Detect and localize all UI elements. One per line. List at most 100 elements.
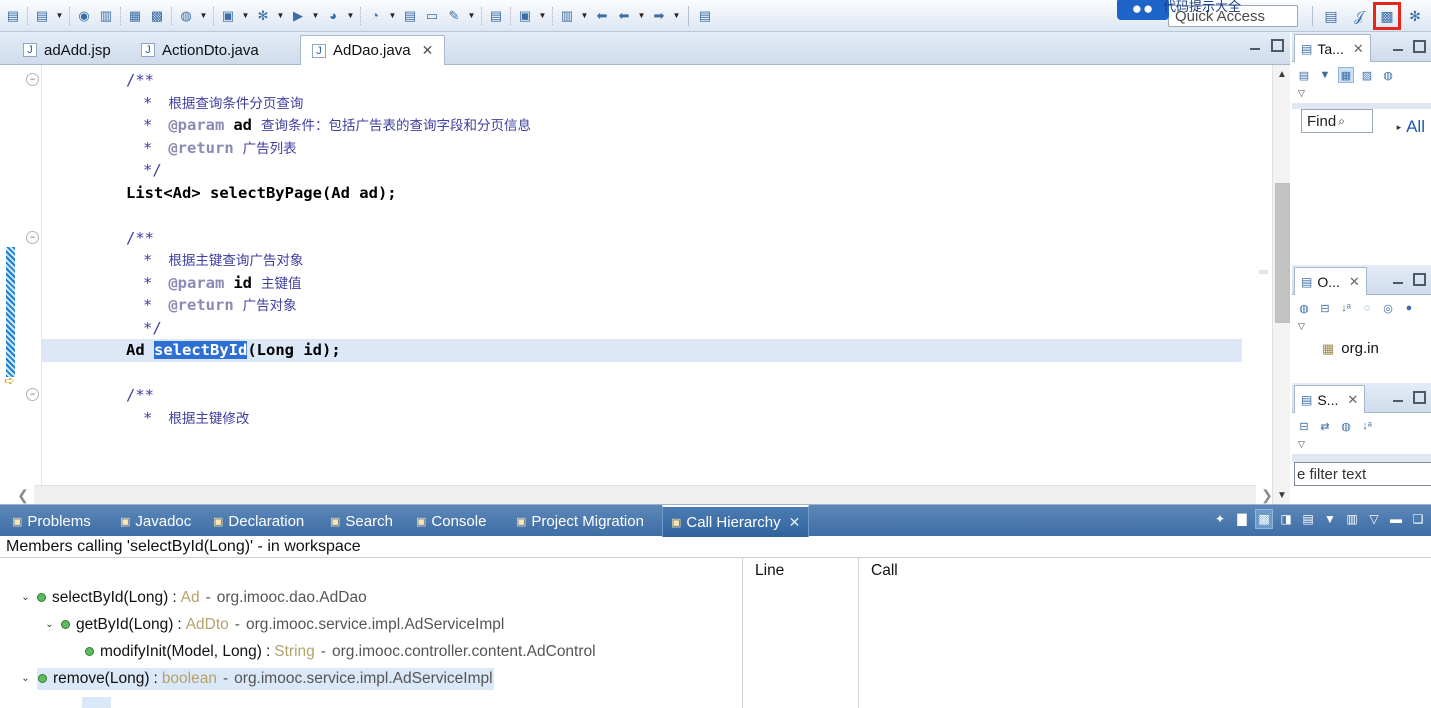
dropdown-arrow-icon[interactable]: ▼ xyxy=(344,5,357,27)
editor-maximize-icon[interactable] xyxy=(1271,39,1284,52)
column-header-call[interactable]: Call xyxy=(858,558,1428,584)
print-icon[interactable]: ▥ xyxy=(95,5,117,27)
hide-static-icon[interactable]: ◎ xyxy=(1380,300,1396,316)
panel-maximize-icon[interactable] xyxy=(1413,391,1426,404)
editor-minimize-icon[interactable] xyxy=(1249,39,1262,52)
bottom-tab-close-icon[interactable]: ✕ xyxy=(789,514,801,531)
dropdown-arrow-icon[interactable]: ▼ xyxy=(309,5,322,27)
folding-gutter[interactable]: − − − xyxy=(24,65,42,504)
bottom-tab-project-migration[interactable]: ▣ Project Migration xyxy=(508,505,652,537)
expand-twisty-icon[interactable]: ⌄ xyxy=(19,673,32,684)
hide-fields-icon[interactable]: ⊟ xyxy=(1317,300,1333,316)
table-row[interactable]: ⌄ remove(Long): boolean - org.imooc.service.… xyxy=(0,665,1431,692)
panel-minimize-icon[interactable] xyxy=(1392,391,1405,404)
open-folder-icon[interactable]: ▤ xyxy=(399,5,421,27)
collapse-icon[interactable]: ◍ xyxy=(1380,67,1396,83)
layout-icon[interactable]: ▥ xyxy=(1343,509,1361,529)
code-content[interactable]: /** * 根据查询条件分页查询 * @param ad 查询条件：包括广告表的查询字段和分… xyxy=(42,65,1242,504)
public-icon[interactable]: ● xyxy=(1401,300,1417,316)
dropdown-arrow-icon[interactable]: ▼ xyxy=(386,5,399,27)
dropdown-arrow-icon[interactable]: ▼ xyxy=(197,5,210,27)
panel-minimize-icon[interactable] xyxy=(1392,273,1405,286)
editor-tab-close-icon[interactable]: ✕ xyxy=(422,42,434,59)
panel-close-icon[interactable]: ✕ xyxy=(1347,392,1358,408)
dropdown-arrow-icon[interactable]: ▼ xyxy=(465,5,478,27)
refresh-icon[interactable]: ✦ xyxy=(1211,509,1229,529)
editor-horizontal-scrollbar[interactable]: ❮ ❯ xyxy=(17,485,1273,504)
dropdown-arrow-icon[interactable]: ▼ xyxy=(670,5,683,27)
group-by-icon[interactable]: ▦ xyxy=(1338,67,1354,83)
collapse-all-icon[interactable]: ◍ xyxy=(1296,300,1312,316)
selected-identifier[interactable]: selectById xyxy=(154,341,248,359)
bottom-tab-javadoc[interactable]: ▣ Javadoc xyxy=(112,505,199,537)
debug-bug-icon[interactable]: ✻ xyxy=(252,5,274,27)
package-icon[interactable]: ▭ xyxy=(421,5,443,27)
scroll-left-icon[interactable]: ❮ xyxy=(12,486,34,505)
dropdown-arrow-icon[interactable]: ▼ xyxy=(635,5,648,27)
fold-collapse-icon[interactable]: − xyxy=(26,388,39,401)
folder-open-icon[interactable]: ▤ xyxy=(485,5,507,27)
dropdown-arrow-icon[interactable]: ▼ xyxy=(53,5,66,27)
editor-tab-addao-java[interactable]: J AdDao.java ✕ xyxy=(300,35,446,65)
panel-minimize-icon[interactable] xyxy=(1392,40,1405,53)
panel-tab-servers[interactable]: ▤ S... ✕ xyxy=(1294,385,1366,413)
hide-nonpublic-icon[interactable]: ◌ xyxy=(1359,300,1375,316)
panel-expand-chevron-icon[interactable]: ▽ xyxy=(1292,88,1431,103)
panel-tab-outline[interactable]: ▤ O... ✕ xyxy=(1294,267,1367,295)
bottom-tab-console[interactable]: ▣ Console xyxy=(408,505,494,537)
all-tasks-link[interactable]: ▸ All xyxy=(1397,117,1425,137)
outline-item[interactable]: ▦ org.in xyxy=(1292,336,1431,357)
panel-tab-tasks[interactable]: ▤ Ta... ✕ xyxy=(1294,34,1371,62)
link-editor-icon[interactable]: ⇄ xyxy=(1317,418,1333,434)
minimize-icon[interactable]: ▬ xyxy=(1387,509,1405,529)
bottom-tab-search[interactable]: ▣ Search xyxy=(322,505,401,537)
bottom-tab-call-hierarchy[interactable]: ▣ Call Hierarchy ✕ xyxy=(662,505,810,537)
scroll-up-icon[interactable]: ▲ xyxy=(1273,65,1291,83)
list-item-placeholder[interactable]: ... xyxy=(0,692,1431,708)
editor-tab-actiondto-java[interactable]: J ActionDto.java xyxy=(130,35,270,65)
panel-close-icon[interactable]: ✕ xyxy=(1353,41,1364,57)
cancel-icon[interactable]: ▇ xyxy=(1233,509,1251,529)
panel-maximize-icon[interactable] xyxy=(1413,273,1426,286)
menu-arrow-icon[interactable]: ▼ xyxy=(1321,509,1339,529)
panel-maximize-icon[interactable] xyxy=(1413,40,1426,53)
column-header-line[interactable]: Line xyxy=(742,558,858,584)
new-task-icon[interactable]: ▤ xyxy=(1296,67,1312,83)
search-icon[interactable]: ◍ xyxy=(175,5,197,27)
java-perspective-icon[interactable]: 𝒥 xyxy=(1347,4,1371,28)
java-ee-perspective-icon[interactable]: ▩ xyxy=(1373,2,1401,30)
panel-expand-chevron-icon[interactable]: ▽ xyxy=(1292,321,1431,336)
vertical-scroll-thumb[interactable] xyxy=(1275,183,1290,323)
editor-tab-adadd-jsp[interactable]: JadAdd.jsp xyxy=(12,35,122,65)
open-perspective-icon[interactable]: ▤ xyxy=(1319,4,1343,28)
collapse-all-icon[interactable]: ⊟ xyxy=(1296,418,1312,434)
sort-az-icon[interactable]: ↓ᵃ xyxy=(1338,300,1354,316)
dropdown-arrow-icon[interactable]: ▼ xyxy=(274,5,287,27)
table-row[interactable]: ⌄ selectById(Long): Ad - org.imooc.dao.AdDao xyxy=(0,584,1431,611)
panel-expand-chevron-icon[interactable]: ▽ xyxy=(1292,439,1431,454)
sort-az-icon[interactable]: ↓ᵃ xyxy=(1359,418,1375,434)
filter-icon[interactable]: ◍ xyxy=(1338,418,1354,434)
coverage-icon[interactable]: ◔ xyxy=(364,5,386,27)
dropdown-arrow-icon[interactable]: ▼ xyxy=(578,5,591,27)
camera-icon[interactable]: ▣ xyxy=(217,5,239,27)
editor-vertical-scrollbar[interactable]: ▲ ▼ xyxy=(1272,65,1290,504)
table-row[interactable]: ⌄ getById(Long): AdDto - org.imooc.service.i… xyxy=(0,611,1431,638)
globe-icon[interactable]: ◉ xyxy=(73,5,95,27)
new-wizard-icon[interactable]: ▤ xyxy=(2,5,24,27)
back-star-icon[interactable]: ⬅ xyxy=(591,5,613,27)
bottom-tab-problems[interactable]: ▣ Problems xyxy=(4,505,99,537)
dropdown-arrow-icon[interactable]: ▼ xyxy=(536,5,549,27)
run-icon[interactable]: ▶ xyxy=(287,5,309,27)
view-menu-icon[interactable]: ▽ xyxy=(1365,509,1383,529)
export-icon[interactable]: ▦ xyxy=(124,5,146,27)
dropdown-arrow-icon[interactable]: ▼ xyxy=(239,5,252,27)
maximize-icon[interactable]: ❑ xyxy=(1409,509,1427,529)
panel-close-icon[interactable]: ✕ xyxy=(1349,274,1360,290)
debug-perspective-icon[interactable]: ✻ xyxy=(1403,4,1427,28)
new-class-icon[interactable]: ▣ xyxy=(514,5,536,27)
new-package-icon[interactable]: ▥ xyxy=(556,5,578,27)
chart-icon[interactable]: ▩ xyxy=(146,5,168,27)
fold-collapse-icon[interactable]: − xyxy=(26,73,39,86)
expand-twisty-icon[interactable]: ⌄ xyxy=(43,619,56,630)
